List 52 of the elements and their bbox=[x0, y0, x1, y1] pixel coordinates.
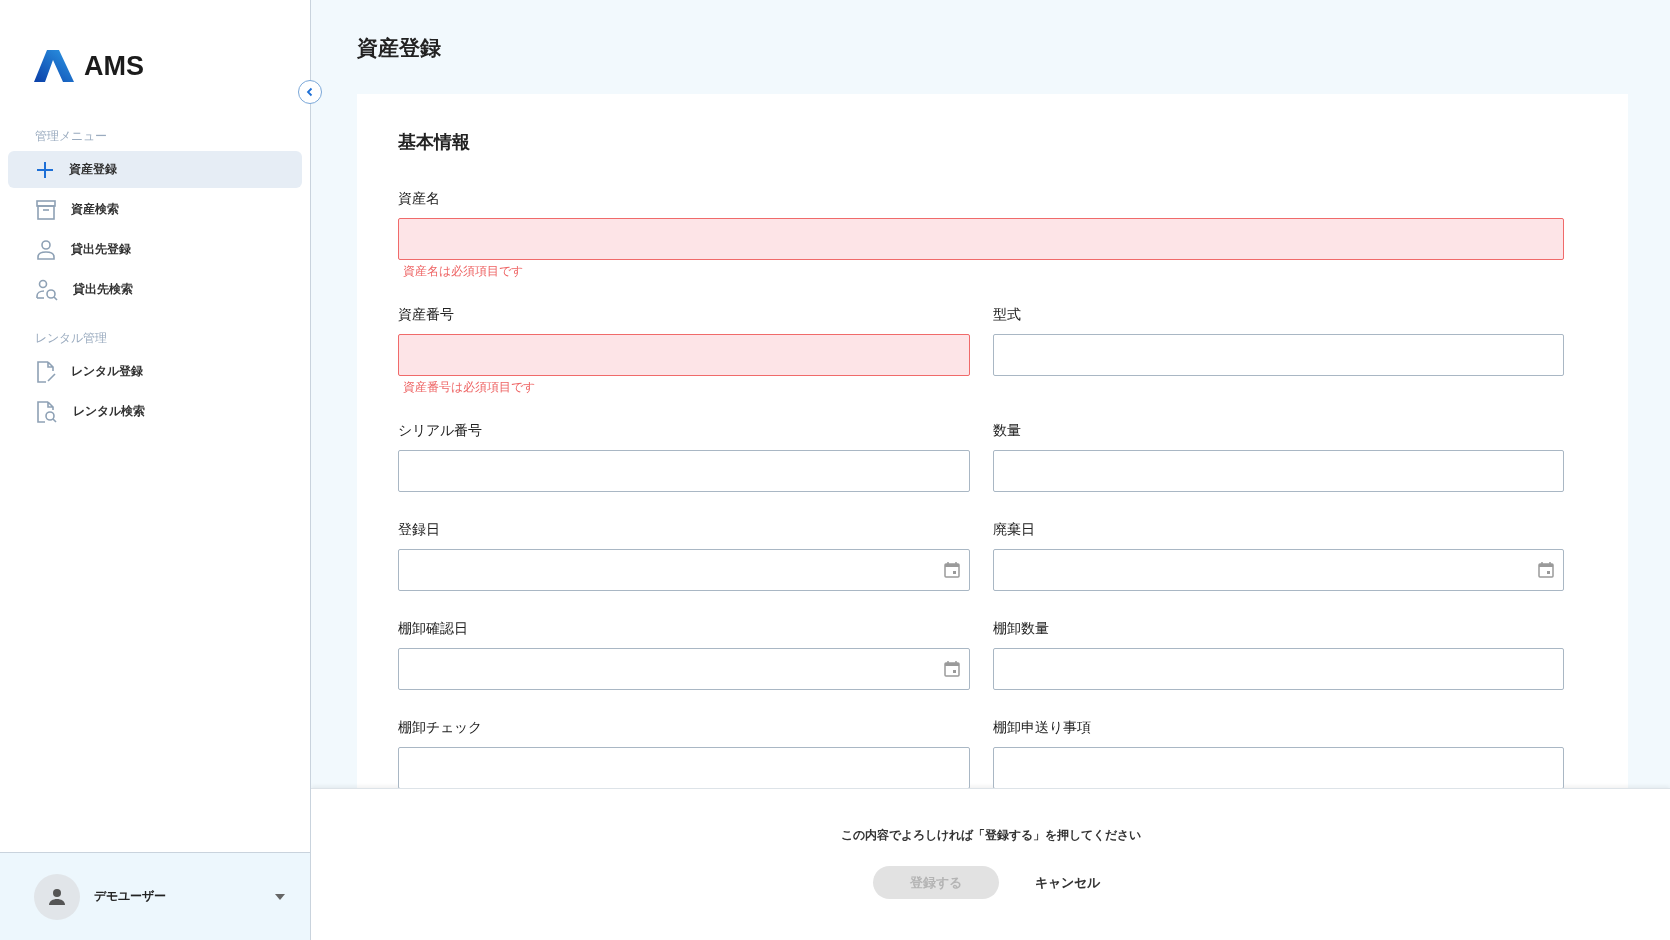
input-field[interactable] bbox=[992, 747, 1564, 788]
input-field[interactable] bbox=[398, 334, 970, 376]
document-search-icon bbox=[35, 399, 59, 424]
page-title: 資産登録 bbox=[357, 35, 442, 62]
field-label: 資産名 bbox=[398, 190, 441, 208]
dropdown-caret-icon[interactable] bbox=[274, 892, 286, 901]
plus-icon bbox=[35, 159, 55, 180]
date-field[interactable] bbox=[398, 549, 970, 591]
person-search-icon bbox=[35, 278, 59, 301]
input-field[interactable] bbox=[398, 450, 970, 492]
field-label: 棚卸申送り事項 bbox=[992, 719, 1092, 737]
calendar-icon[interactable] bbox=[942, 660, 961, 678]
field-label: 資産番号 bbox=[398, 306, 455, 324]
error-message: 資産名は必須項目です bbox=[402, 263, 524, 280]
nav-item[interactable]: 資産検索 bbox=[8, 191, 302, 228]
nav-section-heading: レンタル管理 bbox=[34, 330, 108, 347]
nav-section-heading: 管理メニュー bbox=[34, 128, 108, 145]
date-field[interactable] bbox=[992, 549, 1564, 591]
input-field[interactable] bbox=[398, 218, 1564, 260]
input-field[interactable] bbox=[992, 450, 1564, 492]
person-icon bbox=[48, 887, 66, 906]
field-label: 廃棄日 bbox=[992, 521, 1036, 539]
field-label: 棚卸チェック bbox=[398, 719, 483, 737]
field-label: 数量 bbox=[992, 422, 1022, 440]
nav-item[interactable]: 資産登録 bbox=[8, 151, 302, 188]
logo-icon bbox=[34, 50, 74, 82]
nav-item[interactable]: 貸出先検索 bbox=[8, 271, 302, 308]
field-label: 型式 bbox=[992, 306, 1022, 324]
archive-box-icon bbox=[35, 198, 57, 221]
confirm-message: この内容でよろしければ「登録する」を押してください bbox=[840, 827, 1141, 844]
chevron-left-icon bbox=[305, 87, 315, 97]
input-field[interactable] bbox=[992, 334, 1564, 376]
user-name: デモユーザー bbox=[94, 888, 167, 905]
collapse-sidebar-button[interactable] bbox=[298, 80, 322, 104]
date-field[interactable] bbox=[398, 648, 970, 690]
nav-item[interactable]: レンタル登録 bbox=[8, 353, 302, 390]
field-label: 登録日 bbox=[398, 521, 441, 539]
field-label: 棚卸確認日 bbox=[398, 620, 469, 638]
calendar-icon[interactable] bbox=[942, 561, 961, 579]
section-title: 基本情報 bbox=[398, 130, 471, 154]
field-label: シリアル番号 bbox=[398, 422, 483, 440]
document-edit-icon bbox=[35, 359, 57, 384]
cancel-button[interactable]: キャンセル bbox=[1027, 866, 1108, 899]
person-icon bbox=[35, 238, 57, 261]
error-message: 資産番号は必須項目です bbox=[402, 379, 536, 396]
nav-item[interactable]: レンタル検索 bbox=[8, 393, 302, 430]
calendar-icon[interactable] bbox=[1537, 561, 1555, 579]
nav-item[interactable]: 貸出先登録 bbox=[8, 231, 302, 268]
input-field[interactable] bbox=[398, 747, 970, 788]
field-label: 棚卸数量 bbox=[992, 620, 1050, 638]
input-field[interactable] bbox=[992, 648, 1564, 690]
app-logo-text: AMS bbox=[84, 50, 144, 82]
